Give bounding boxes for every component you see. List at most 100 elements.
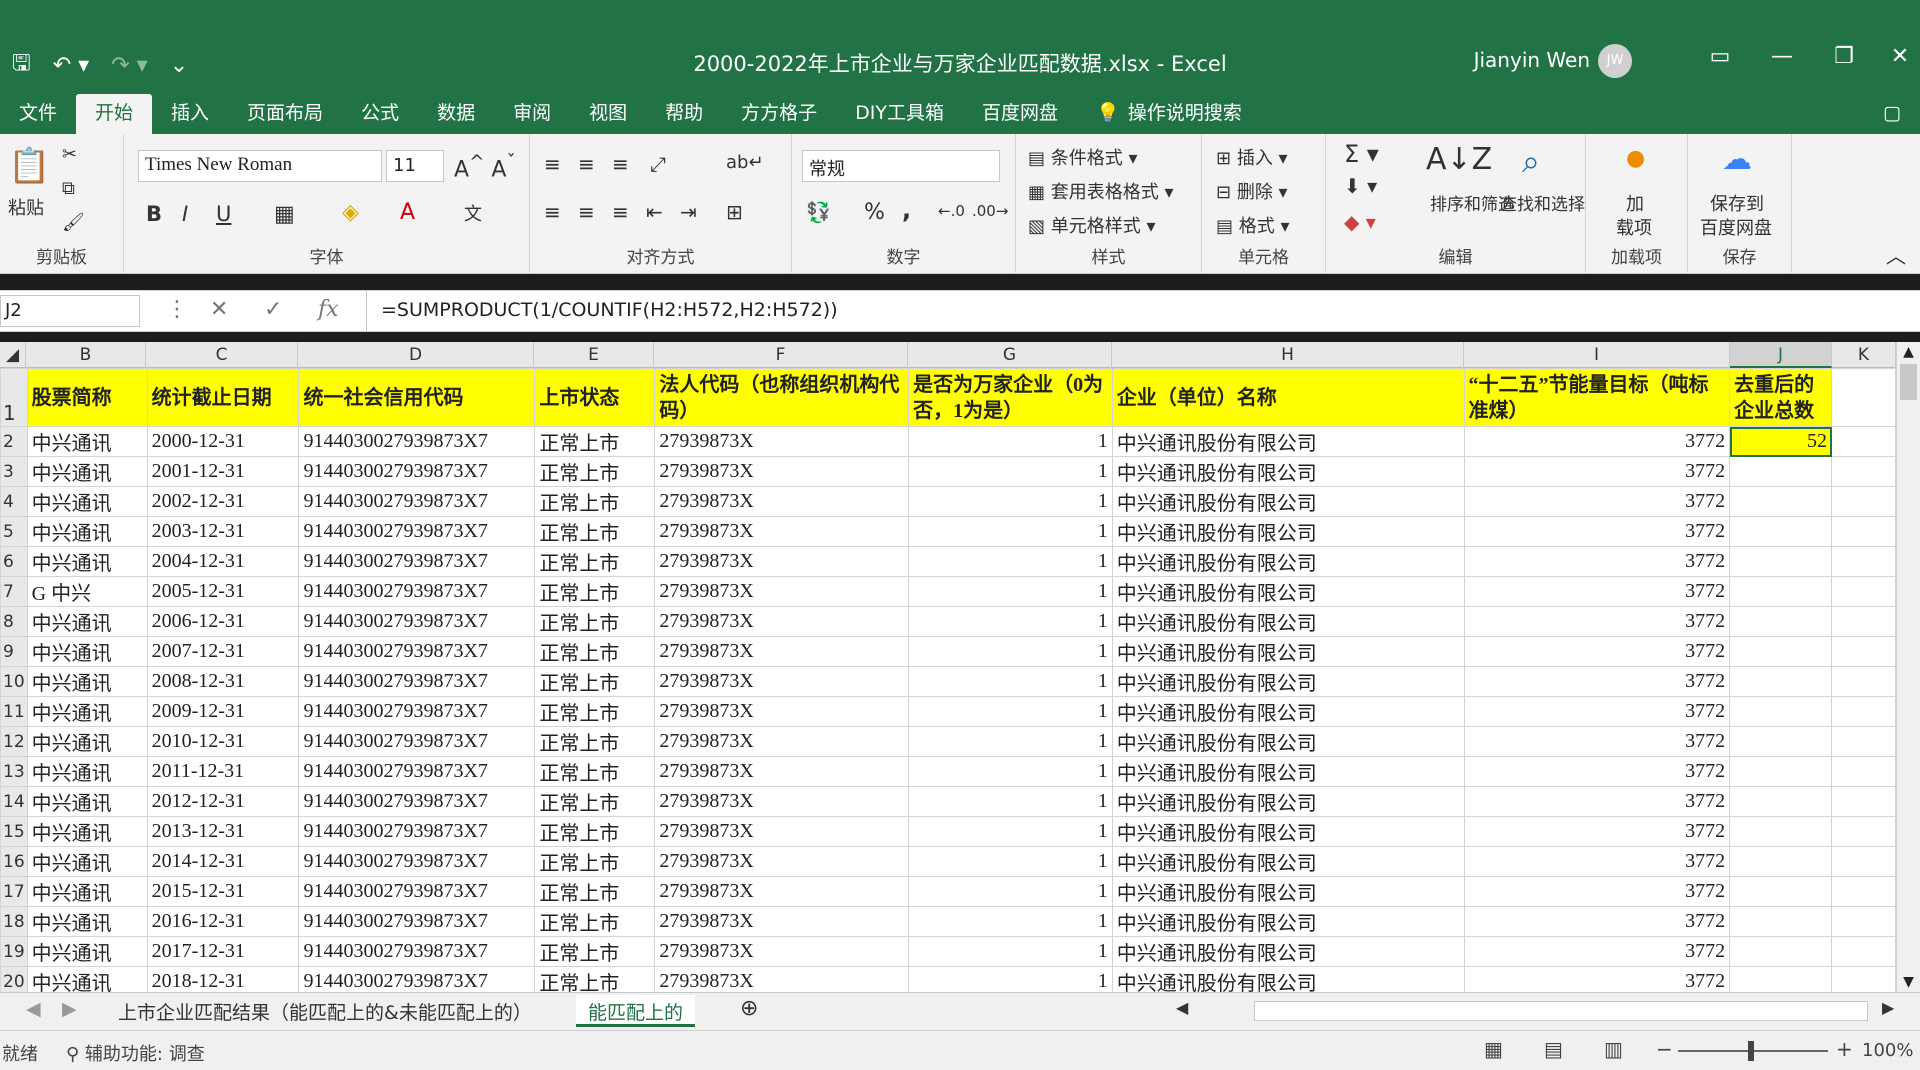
prev-sheet-icon[interactable]: ◀ (14, 995, 53, 1027)
cell-b[interactable]: 中兴通讯 (26, 666, 148, 697)
cell-g[interactable]: 1 (908, 486, 1113, 517)
worksheet-grid[interactable]: ◢ B C D E F G H I J K 1 股票简称 统计截止日期 统一社会… (0, 342, 1896, 992)
cell-g[interactable]: 1 (908, 606, 1113, 637)
cell-k[interactable] (1831, 966, 1896, 992)
borders-icon[interactable]: ▦ (274, 202, 295, 227)
cell-e[interactable]: 正常上市 (534, 636, 656, 667)
row-header[interactable]: 6 (0, 546, 28, 577)
cell-i[interactable]: 3772 (1463, 426, 1731, 457)
cell-d[interactable]: 9144030027939873X7 (298, 606, 536, 637)
cell-d[interactable]: 9144030027939873X7 (298, 426, 536, 457)
cell-b[interactable]: 中兴通讯 (26, 696, 148, 727)
cell-f[interactable]: 27939873X (654, 846, 910, 877)
cell-g[interactable]: 1 (908, 936, 1113, 967)
row-header[interactable]: 8 (0, 606, 28, 637)
tab-baidu[interactable]: 百度网盘 (963, 94, 1077, 134)
cell-b[interactable]: 中兴通讯 (26, 426, 148, 457)
cell-f[interactable]: 27939873X (654, 936, 910, 967)
cell-e[interactable]: 正常上市 (534, 966, 656, 992)
insert-button[interactable]: ⊞ 插入 ▾ (1216, 144, 1288, 170)
row-header[interactable]: 13 (0, 756, 28, 787)
cell-styles-button[interactable]: ▧ 单元格样式 ▾ (1028, 212, 1156, 238)
cell-h[interactable]: 中兴通讯股份有限公司 (1111, 666, 1465, 697)
cell-d[interactable]: 9144030027939873X7 (298, 696, 536, 727)
cell-h[interactable]: 中兴通讯股份有限公司 (1111, 696, 1465, 727)
header-cell-c[interactable]: 统计截止日期 (146, 368, 300, 427)
col-header-f[interactable]: F (654, 342, 908, 368)
cell-f[interactable]: 27939873X (654, 906, 910, 937)
cell-j[interactable] (1729, 666, 1833, 697)
cell-b[interactable]: 中兴通讯 (26, 966, 148, 992)
cell-j[interactable] (1729, 936, 1833, 967)
scroll-thumb[interactable] (1900, 364, 1917, 400)
underline-button[interactable]: U (216, 202, 231, 226)
row-header[interactable]: 5 (0, 516, 28, 547)
cell-d[interactable]: 9144030027939873X7 (298, 966, 536, 992)
cell-i[interactable]: 3772 (1463, 486, 1731, 517)
increase-indent-icon[interactable]: ⇥ (680, 200, 697, 224)
cell-e[interactable]: 正常上市 (534, 816, 656, 847)
normal-view-icon[interactable]: ▦ (1484, 1037, 1503, 1061)
cell-i[interactable]: 3772 (1463, 546, 1731, 577)
cell-d[interactable]: 9144030027939873X7 (298, 756, 536, 787)
zoom-slider-thumb[interactable] (1748, 1041, 1754, 1061)
cell-e[interactable]: 正常上市 (534, 426, 656, 457)
header-cell-f[interactable]: 法人代码（也称组织机构代码） (654, 368, 910, 427)
tab-home[interactable]: 开始 (76, 94, 153, 134)
cell-e[interactable]: 正常上市 (534, 456, 656, 487)
cell-j[interactable] (1729, 966, 1833, 992)
cell-h[interactable]: 中兴通讯股份有限公司 (1111, 906, 1465, 937)
cell-d[interactable]: 9144030027939873X7 (298, 906, 536, 937)
cell-c[interactable]: 2000-12-31 (146, 426, 300, 457)
header-cell-j[interactable]: 去重后的企业总数 (1729, 368, 1833, 427)
cell-b[interactable]: 中兴通讯 (26, 516, 148, 547)
ribbon-display-icon[interactable]: ▭ (1700, 44, 1740, 69)
tab-formulas[interactable]: 公式 (342, 94, 418, 134)
cell-e[interactable]: 正常上市 (534, 606, 656, 637)
cell-i[interactable]: 3772 (1463, 696, 1731, 727)
percent-button[interactable]: % (864, 200, 885, 225)
cell-k[interactable] (1831, 726, 1896, 757)
merge-center-icon[interactable]: ⊞ (726, 200, 743, 224)
page-layout-icon[interactable]: ▤ (1544, 1037, 1563, 1061)
align-left-icon[interactable]: ≡ (544, 200, 561, 224)
cell-e[interactable]: 正常上市 (534, 846, 656, 877)
cell-j[interactable]: 52 (1729, 426, 1833, 457)
header-cell-i[interactable]: “十二五”节能量目标（吨标准煤） (1463, 368, 1731, 427)
cell-h[interactable]: 中兴通讯股份有限公司 (1111, 966, 1465, 992)
cell-g[interactable]: 1 (908, 726, 1113, 757)
top-align-icon[interactable]: ≡ (544, 152, 561, 176)
insert-function-icon[interactable]: fx (318, 297, 339, 322)
horizontal-scrollbar[interactable] (1254, 1001, 1868, 1021)
cell-b[interactable]: 中兴通讯 (26, 606, 148, 637)
cell-e[interactable]: 正常上市 (534, 576, 656, 607)
cell-f[interactable]: 27939873X (654, 756, 910, 787)
cell-k[interactable] (1831, 846, 1896, 877)
align-right-icon[interactable]: ≡ (612, 200, 629, 224)
cell-e[interactable]: 正常上市 (534, 696, 656, 727)
cell-i[interactable]: 3772 (1463, 876, 1731, 907)
name-box[interactable]: J2 (0, 295, 140, 327)
cell-c[interactable]: 2013-12-31 (146, 816, 300, 847)
row-header[interactable]: 10 (0, 666, 28, 697)
cell-j[interactable] (1729, 606, 1833, 637)
cell-i[interactable]: 3772 (1463, 516, 1731, 547)
addins-button-line2[interactable]: 载项 (1616, 214, 1652, 240)
cell-c[interactable]: 2005-12-31 (146, 576, 300, 607)
cell-h[interactable]: 中兴通讯股份有限公司 (1111, 846, 1465, 877)
cell-h[interactable]: 中兴通讯股份有限公司 (1111, 426, 1465, 457)
cell-g[interactable]: 1 (908, 906, 1113, 937)
cell-j[interactable] (1729, 786, 1833, 817)
cell-g[interactable]: 1 (908, 636, 1113, 667)
accounting-format-icon[interactable]: 💱 (806, 200, 831, 224)
col-header-i[interactable]: I (1464, 342, 1730, 368)
wrap-text-icon[interactable]: ab↵ (726, 152, 764, 173)
cell-c[interactable]: 2006-12-31 (146, 606, 300, 637)
cell-k[interactable] (1831, 636, 1896, 667)
cell-g[interactable]: 1 (908, 546, 1113, 577)
cell-f[interactable]: 27939873X (654, 966, 910, 992)
cell-i[interactable]: 3772 (1463, 606, 1731, 637)
comma-button[interactable]: , (902, 196, 911, 224)
row-header[interactable]: 3 (0, 456, 28, 487)
cell-f[interactable]: 27939873X (654, 546, 910, 577)
